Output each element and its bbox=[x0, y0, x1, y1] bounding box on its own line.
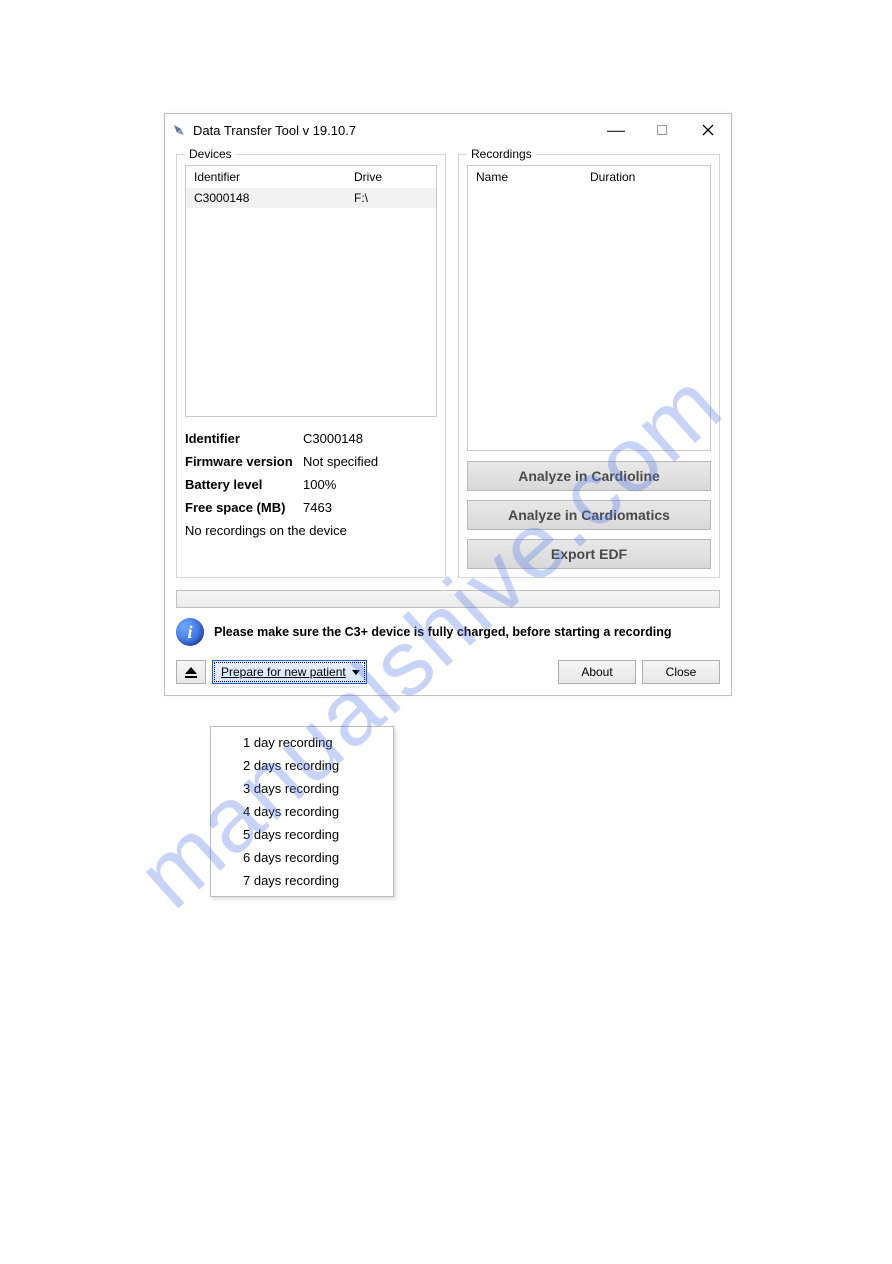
detail-firmware-label: Firmware version bbox=[185, 454, 303, 469]
menu-item-6days[interactable]: 6 days recording bbox=[211, 846, 393, 869]
prepare-label: Prepare for new patient bbox=[221, 665, 346, 679]
devices-col-drive[interactable]: Drive bbox=[346, 167, 436, 187]
recordings-legend: Recordings bbox=[467, 147, 536, 161]
recordings-col-name[interactable]: Name bbox=[468, 167, 582, 187]
recordings-group: Recordings Name Duration Analyze in Card… bbox=[458, 154, 720, 578]
detail-identifier-value: C3000148 bbox=[303, 431, 437, 446]
eject-icon bbox=[185, 667, 197, 678]
device-drive-cell: F:\ bbox=[346, 189, 436, 207]
menu-item-4days[interactable]: 4 days recording bbox=[211, 800, 393, 823]
export-edf-button[interactable]: Export EDF bbox=[467, 539, 711, 569]
analyze-cardiomatics-button[interactable]: Analyze in Cardiomatics bbox=[467, 500, 711, 530]
detail-identifier-label: Identifier bbox=[185, 431, 303, 446]
app-window: Data Transfer Tool v 19.10.7 — Devices I… bbox=[164, 113, 732, 696]
devices-list[interactable]: Identifier Drive C3000148 F:\ bbox=[185, 165, 437, 417]
menu-item-7days[interactable]: 7 days recording bbox=[211, 869, 393, 892]
menu-item-3days[interactable]: 3 days recording bbox=[211, 777, 393, 800]
info-text: Please make sure the C3+ device is fully… bbox=[214, 625, 671, 639]
devices-col-identifier[interactable]: Identifier bbox=[186, 167, 346, 187]
detail-firmware-value: Not specified bbox=[303, 454, 437, 469]
minimize-button[interactable]: — bbox=[593, 115, 639, 145]
close-button[interactable]: Close bbox=[642, 660, 720, 684]
devices-group: Devices Identifier Drive C3000148 F:\ Id… bbox=[176, 154, 446, 578]
eject-button[interactable] bbox=[176, 660, 206, 684]
recordings-col-duration[interactable]: Duration bbox=[582, 167, 710, 187]
device-details: Identifier C3000148 Firmware version Not… bbox=[185, 431, 437, 538]
detail-status: No recordings on the device bbox=[185, 523, 437, 538]
recordings-header-row: Name Duration bbox=[468, 166, 710, 188]
menu-item-2days[interactable]: 2 days recording bbox=[211, 754, 393, 777]
devices-legend: Devices bbox=[185, 147, 236, 161]
progress-bar bbox=[176, 590, 720, 608]
window-title: Data Transfer Tool v 19.10.7 bbox=[193, 123, 356, 138]
prepare-new-patient-dropdown[interactable]: Prepare for new patient bbox=[212, 660, 367, 684]
device-identifier-cell: C3000148 bbox=[186, 189, 346, 207]
detail-freespace-value: 7463 bbox=[303, 500, 437, 515]
menu-item-1day[interactable]: 1 day recording bbox=[211, 731, 393, 754]
app-icon bbox=[171, 122, 187, 138]
detail-freespace-label: Free space (MB) bbox=[185, 500, 303, 515]
recordings-list[interactable]: Name Duration bbox=[467, 165, 711, 451]
devices-header-row: Identifier Drive bbox=[186, 166, 436, 188]
maximize-button[interactable] bbox=[639, 115, 685, 145]
menu-item-5days[interactable]: 5 days recording bbox=[211, 823, 393, 846]
detail-battery-label: Battery level bbox=[185, 477, 303, 492]
detail-battery-value: 100% bbox=[303, 477, 437, 492]
about-button[interactable]: About bbox=[558, 660, 636, 684]
titlebar: Data Transfer Tool v 19.10.7 — bbox=[165, 114, 731, 146]
info-icon: i bbox=[176, 618, 204, 646]
device-row[interactable]: C3000148 F:\ bbox=[186, 188, 436, 208]
footer-row: Prepare for new patient About Close bbox=[176, 660, 720, 684]
prepare-dropdown-menu: 1 day recording 2 days recording 3 days … bbox=[210, 726, 394, 897]
analyze-cardioline-button[interactable]: Analyze in Cardioline bbox=[467, 461, 711, 491]
chevron-down-icon bbox=[352, 670, 360, 675]
info-row: i Please make sure the C3+ device is ful… bbox=[176, 618, 720, 646]
close-window-button[interactable] bbox=[685, 115, 731, 145]
